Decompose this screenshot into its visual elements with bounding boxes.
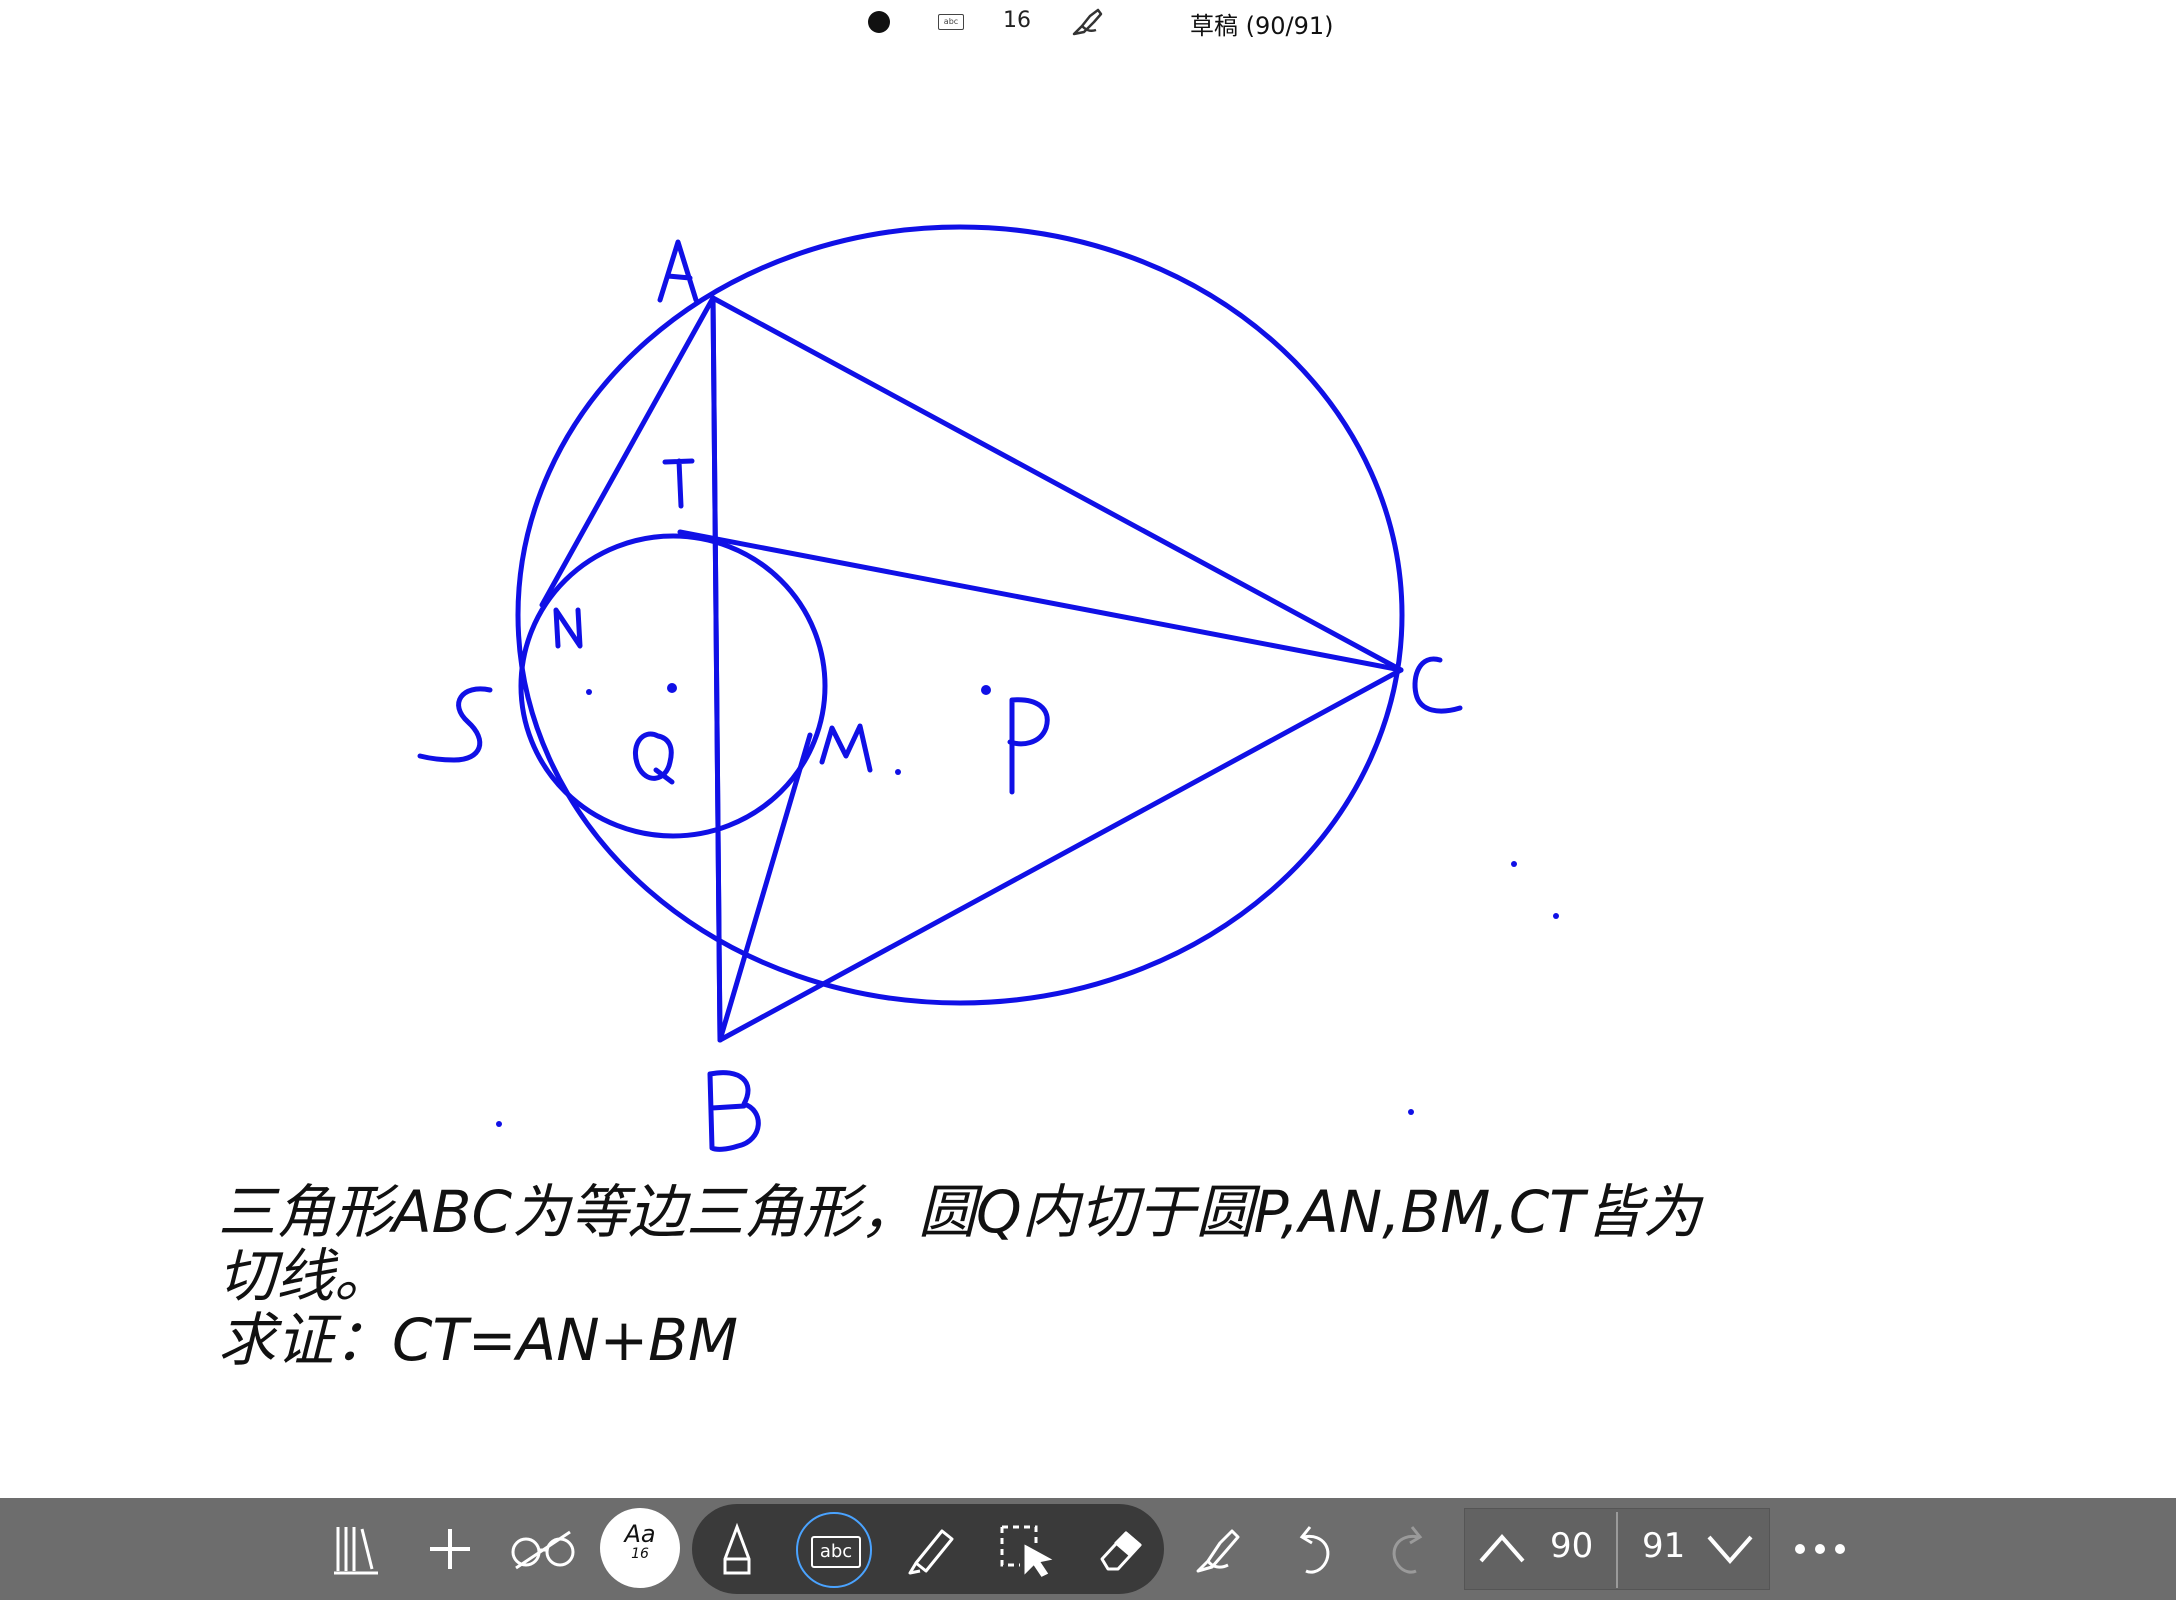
point-dot: [586, 689, 592, 695]
label-t: [662, 458, 695, 509]
view-icon[interactable]: [508, 1498, 578, 1600]
problem-line-3: 求证：CT=AN+BM: [218, 1306, 739, 1374]
font-button[interactable]: Aa 16: [600, 1508, 680, 1588]
point-dot: [1408, 1109, 1414, 1115]
current-page: 90: [1550, 1526, 1594, 1566]
point-dot: [1553, 913, 1559, 919]
center-p-dot: [981, 685, 991, 695]
tangent-an: [539, 295, 716, 608]
point-dot: [1511, 861, 1517, 867]
triangle-abc: [710, 295, 1404, 1043]
tangent-bm: [717, 732, 813, 1043]
label-p: [1007, 697, 1050, 795]
circle-p: [515, 224, 1405, 1006]
add-icon[interactable]: [420, 1498, 480, 1600]
label-c: [1412, 656, 1463, 714]
problem-text: 三角形ABC为等边三角形，圆Q内切于圆P,AN,BM,CT皆为 切线。 求证：C…: [218, 1180, 1868, 1372]
label-a: [657, 239, 699, 303]
undo-icon[interactable]: [1286, 1498, 1342, 1600]
page-divider: [1616, 1512, 1618, 1588]
highlighter-icon[interactable]: [900, 1498, 960, 1600]
page-up-icon[interactable]: [1472, 1498, 1532, 1600]
tangent-ct: [677, 529, 1404, 673]
label-s: [417, 686, 493, 763]
center-q-dot: [667, 683, 677, 693]
font-icon: Aa: [624, 1520, 656, 1548]
point-dot: [895, 769, 901, 775]
bottom-toolbar: Aa 16 abc 90 91: [0, 1498, 2176, 1600]
total-page: 91: [1642, 1526, 1686, 1566]
text-icon: abc: [811, 1536, 861, 1568]
label-q: [633, 731, 675, 785]
problem-line-2: 切线。: [218, 1242, 393, 1310]
label-m: [819, 723, 873, 773]
redo-icon[interactable]: [1380, 1498, 1436, 1600]
eraser-icon[interactable]: [1090, 1498, 1150, 1600]
segment-ab: [710, 295, 723, 1043]
page-down-icon[interactable]: [1700, 1498, 1760, 1600]
label-b: [707, 1070, 761, 1152]
library-icon[interactable]: [326, 1498, 386, 1600]
text-tool-button[interactable]: abc: [796, 1512, 872, 1588]
lasso-select-icon[interactable]: [996, 1498, 1056, 1600]
problem-line-1: 三角形ABC为等边三角形，圆Q内切于圆P,AN,BM,CT皆为: [218, 1178, 1701, 1246]
more-icon[interactable]: [1790, 1498, 1850, 1600]
font-size-label: 16: [631, 1546, 649, 1562]
point-dot: [496, 1121, 502, 1127]
pen-icon[interactable]: [712, 1498, 762, 1600]
ink-to-shape-icon[interactable]: [1188, 1498, 1248, 1600]
label-n: [553, 607, 583, 649]
